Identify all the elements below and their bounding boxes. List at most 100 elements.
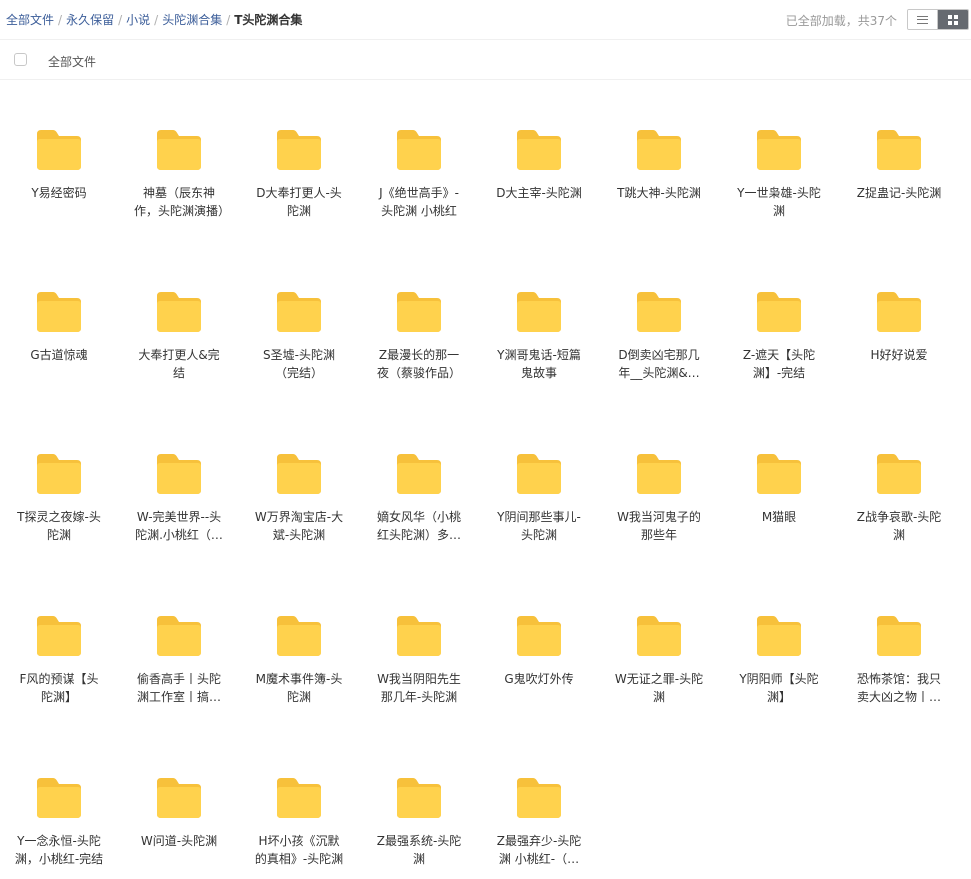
folder-icon <box>277 778 321 818</box>
grid-view-button[interactable] <box>938 10 968 29</box>
folder-name: F风的预谋【头陀渊】 <box>19 672 99 704</box>
folder-icon <box>37 292 81 332</box>
folder-name: H坏小孩《沉默的真相》-头陀渊 <box>254 834 344 866</box>
folder-item[interactable]: 神墓（辰东神作，头陀渊演播） <box>123 128 235 220</box>
folder-item[interactable]: 大奉打更人&完结 <box>123 290 235 382</box>
folder-item[interactable]: Y易经密码 <box>3 128 115 202</box>
folder-name: Z-遮天【头陀渊】-完结 <box>742 348 816 380</box>
folder-icon <box>157 292 201 332</box>
breadcrumb-item-all-files[interactable]: 全部文件 <box>6 11 54 28</box>
folder-name: W万界淘宝店-大斌-头陀渊 <box>254 510 344 542</box>
folder-icon <box>397 616 441 656</box>
folder-icon <box>37 130 81 170</box>
folder-item[interactable]: Z最强系统-头陀渊 <box>363 776 475 868</box>
view-switch <box>907 9 969 30</box>
folder-icon <box>277 454 321 494</box>
folder-item[interactable]: D大主宰-头陀渊 <box>483 128 595 202</box>
folder-item[interactable]: Z捉蛊记-头陀渊 <box>843 128 955 202</box>
folder-icon <box>637 454 681 494</box>
breadcrumb: 全部文件 / 永久保留 / 小说 / 头陀渊合集 / T头陀渊合集 <box>6 11 302 28</box>
folder-item[interactable]: T探灵之夜嫁-头陀渊 <box>3 452 115 544</box>
grid-icon <box>948 14 958 25</box>
folder-item[interactable]: J《绝世高手》-头陀渊 小桃红 <box>363 128 475 220</box>
folder-icon <box>37 454 81 494</box>
folder-item[interactable]: Z战争哀歌-头陀渊 <box>843 452 955 544</box>
folder-icon <box>517 292 561 332</box>
folder-icon <box>637 616 681 656</box>
folder-item[interactable]: H坏小孩《沉默的真相》-头陀渊 <box>243 776 355 868</box>
folder-item[interactable]: D倒卖凶宅那几年__头陀渊&小桃红 <box>603 290 715 382</box>
folder-icon <box>277 292 321 332</box>
file-list-header: 全部文件 <box>0 40 971 80</box>
folder-item[interactable]: W无证之罪-头陀渊 <box>603 614 715 706</box>
folder-item[interactable]: Y一念永恒-头陀渊，小桃红-完结 <box>3 776 115 868</box>
folder-icon <box>157 130 201 170</box>
folder-name: Y渊哥鬼话-短篇鬼故事 <box>497 348 581 380</box>
folder-icon <box>637 130 681 170</box>
folder-icon <box>397 292 441 332</box>
folder-icon <box>277 616 321 656</box>
folder-name: Z最强系统-头陀渊 <box>376 834 462 866</box>
folder-icon <box>37 616 81 656</box>
folder-name: 大奉打更人&完结 <box>138 348 220 380</box>
select-all-checkbox[interactable] <box>14 53 27 66</box>
folder-item[interactable]: Z最强弃少-头陀渊 小桃红-（完结） <box>483 776 595 868</box>
folder-item[interactable]: T跳大神-头陀渊 <box>603 128 715 202</box>
folder-item[interactable]: Y阴间那些事儿-头陀渊 <box>483 452 595 544</box>
folder-name: W问道-头陀渊 <box>140 834 218 848</box>
select-all-label: 全部文件 <box>48 55 97 69</box>
folder-icon <box>757 130 801 170</box>
folder-name: 恐怖茶馆：我只卖大凶之物丨头陀渊 <box>856 672 941 704</box>
file-grid: Y易经密码 神墓（辰东神作，头陀渊演播） D大奉打更人-头陀渊 J《绝世高手》-头陀渊… <box>0 90 971 879</box>
folder-icon <box>397 778 441 818</box>
folder-icon <box>757 616 801 656</box>
folder-item[interactable]: 嫡女风华（小桃红头陀渊）多人有声剧 <box>363 452 475 544</box>
folder-item[interactable]: Z-遮天【头陀渊】-完结 <box>723 290 835 382</box>
folder-icon <box>37 778 81 818</box>
folder-item[interactable]: W-完美世界--头陀渊.小桃红（完结） <box>123 452 235 544</box>
folder-name: Z最漫长的那一夜（蔡骏作品） <box>376 348 461 380</box>
folder-item[interactable]: H好好说爱 <box>843 290 955 364</box>
folder-item[interactable]: W我当河鬼子的那些年 <box>603 452 715 544</box>
folder-name: S圣墟-头陀渊（完结） <box>263 348 335 380</box>
folder-icon <box>517 778 561 818</box>
folder-name: D大奉打更人-头陀渊 <box>256 186 342 218</box>
folder-icon <box>877 130 921 170</box>
folder-name: Y阴间那些事儿-头陀渊 <box>497 510 581 542</box>
folder-item[interactable]: Y渊哥鬼话-短篇鬼故事 <box>483 290 595 382</box>
folder-item[interactable]: F风的预谋【头陀渊】 <box>3 614 115 706</box>
breadcrumb-item-collection[interactable]: 头陀渊合集 <box>162 11 222 28</box>
folder-item[interactable]: 偷香高手丨头陀渊工作室丨搞笑都市 <box>123 614 235 706</box>
list-view-button[interactable] <box>908 10 939 29</box>
folder-name: W无证之罪-头陀渊 <box>614 672 704 704</box>
folder-name: 神墓（辰东神作，头陀渊演播） <box>134 186 224 218</box>
folder-item[interactable]: Z最漫长的那一夜（蔡骏作品） <box>363 290 475 382</box>
folder-item[interactable]: W万界淘宝店-大斌-头陀渊 <box>243 452 355 544</box>
top-bar: 全部文件 / 永久保留 / 小说 / 头陀渊合集 / T头陀渊合集 已全部加载，… <box>0 0 971 40</box>
folder-item[interactable]: 恐怖茶馆：我只卖大凶之物丨头陀渊 <box>843 614 955 706</box>
folder-icon <box>277 130 321 170</box>
folder-item[interactable]: W问道-头陀渊 <box>123 776 235 850</box>
folder-item[interactable]: G古道惊魂 <box>3 290 115 364</box>
folder-item[interactable]: Y阴阳师【头陀渊】 <box>723 614 835 706</box>
folder-name: Z战争哀歌-头陀渊 <box>856 510 942 542</box>
folder-name: T探灵之夜嫁-头陀渊 <box>17 510 101 542</box>
folder-icon <box>517 130 561 170</box>
folder-name: H好好说爱 <box>870 348 928 362</box>
folder-item[interactable]: Y一世枭雄-头陀渊 <box>723 128 835 220</box>
breadcrumb-current: T头陀渊合集 <box>234 13 303 27</box>
folder-item[interactable]: W我当阴阳先生那几年-头陀渊 <box>363 614 475 706</box>
folder-item[interactable]: D大奉打更人-头陀渊 <box>243 128 355 220</box>
breadcrumb-item-permanent[interactable]: 永久保留 <box>66 11 114 28</box>
folder-icon <box>517 454 561 494</box>
folder-item[interactable]: M魔术事件簿-头陀渊 <box>243 614 355 706</box>
breadcrumb-separator: / <box>226 12 231 27</box>
folder-name: Z最强弃少-头陀渊 小桃红-（完结） <box>496 834 582 866</box>
breadcrumb-item-novels[interactable]: 小说 <box>126 11 150 28</box>
folder-name: Z捉蛊记-头陀渊 <box>856 186 942 200</box>
folder-item[interactable]: M猫眼 <box>723 452 835 526</box>
folder-item[interactable]: G鬼吹灯外传 <box>483 614 595 688</box>
folder-icon <box>877 616 921 656</box>
folder-item[interactable]: S圣墟-头陀渊（完结） <box>243 290 355 382</box>
folder-name: Y一念永恒-头陀渊，小桃红-完结 <box>14 834 104 866</box>
